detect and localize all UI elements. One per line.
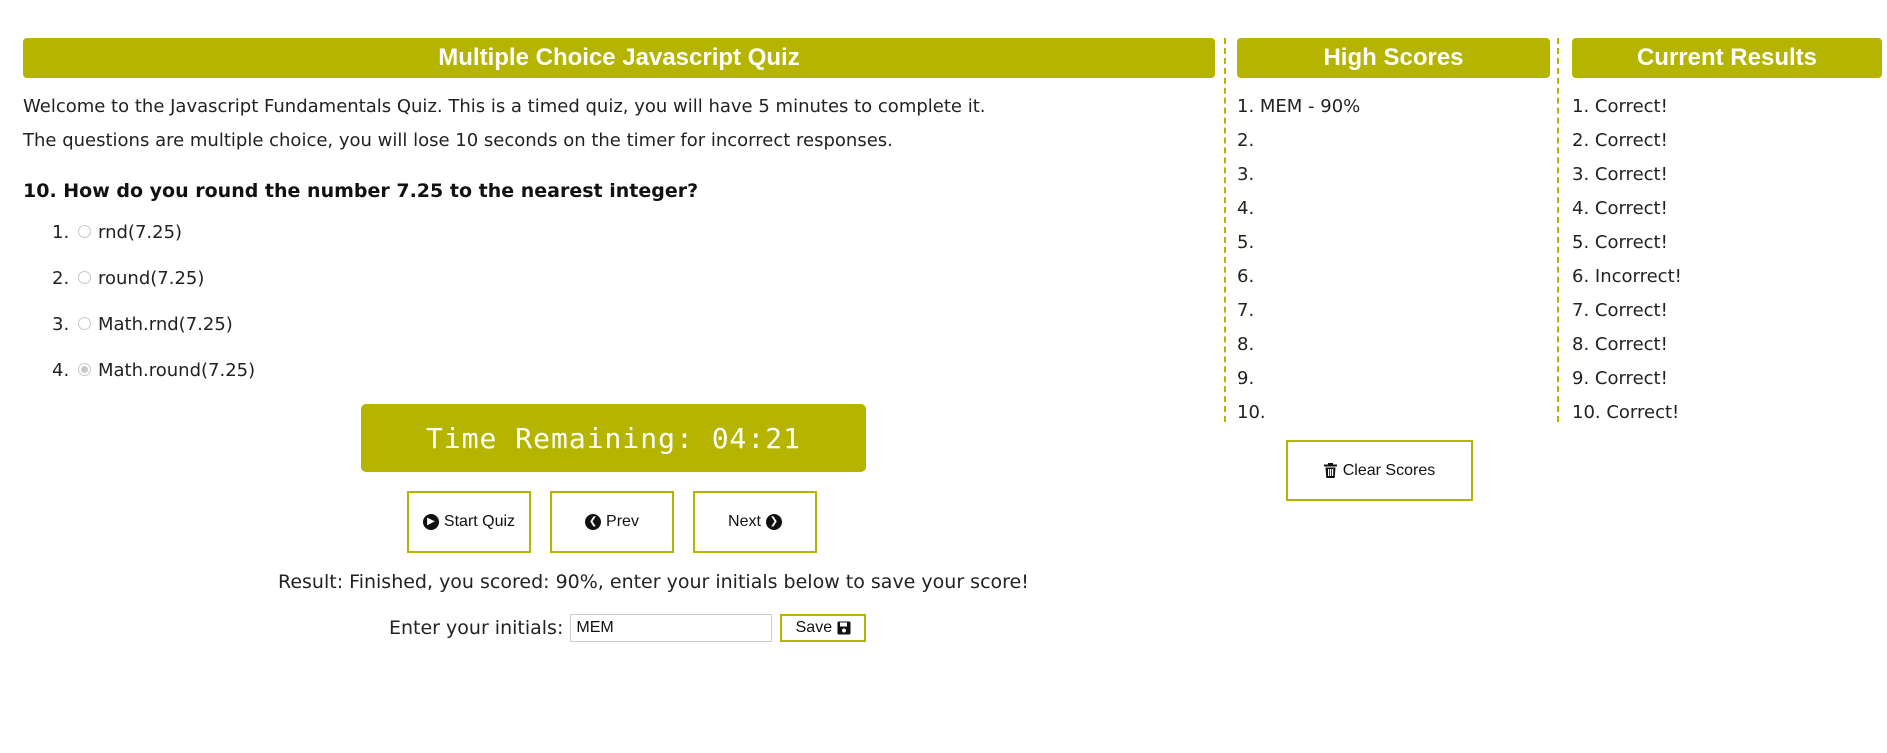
initials-input[interactable] xyxy=(570,614,773,642)
answer-radio[interactable] xyxy=(78,363,91,376)
answer-number: 2. xyxy=(52,268,70,289)
list-item: 3. xyxy=(1237,164,1255,185)
list-item: 2. xyxy=(1237,130,1255,151)
answer-number: 4. xyxy=(52,360,70,381)
start-quiz-button[interactable]: ▶ Start Quiz xyxy=(407,491,531,553)
high-scores-list: 1. MEM - 90% 2. 3. 4. 5. 6. 7. 8. 9. 10. xyxy=(1237,96,1360,436)
save-button[interactable]: Save xyxy=(780,614,867,642)
answer-number: 1. xyxy=(52,222,70,243)
list-item: 9. Correct! xyxy=(1572,368,1668,389)
list-item: 3. Correct! xyxy=(1572,164,1668,185)
list-item: 10. xyxy=(1237,402,1266,423)
intro-text: Welcome to the Javascript Fundamentals Q… xyxy=(23,96,986,117)
timer-display: Time Remaining: 04:21 xyxy=(361,404,866,472)
answer-option-3[interactable]: 3. Math.rnd(7.25) xyxy=(52,314,233,335)
list-item: 2. Correct! xyxy=(1572,130,1668,151)
play-circle-icon: ▶ xyxy=(422,514,439,530)
initials-row: Enter your initials: Save xyxy=(389,614,867,642)
prev-button[interactable]: ❮ Prev xyxy=(550,491,674,553)
answer-radio[interactable] xyxy=(78,317,91,330)
list-item: 6. Incorrect! xyxy=(1572,266,1682,287)
floppy-disk-icon xyxy=(837,621,851,635)
question-text: 10. How do you round the number 7.25 to … xyxy=(23,180,699,202)
quiz-title: Multiple Choice Javascript Quiz xyxy=(23,38,1215,78)
next-label: Next xyxy=(728,513,761,530)
intro-text: The questions are multiple choice, you w… xyxy=(23,130,893,151)
list-item: 8. xyxy=(1237,334,1255,355)
list-item: 6. xyxy=(1237,266,1255,287)
answer-option-2[interactable]: 2. round(7.25) xyxy=(52,268,204,289)
prev-label: Prev xyxy=(606,513,639,530)
answer-number: 3. xyxy=(52,314,70,335)
column-divider xyxy=(1224,38,1226,422)
arrow-right-circle-icon: ❯ xyxy=(765,514,782,530)
answer-radio[interactable] xyxy=(78,225,91,238)
result-text: Result: Finished, you scored: 90%, enter… xyxy=(278,571,1029,593)
save-label: Save xyxy=(795,619,833,636)
initials-label: Enter your initials: xyxy=(389,617,564,639)
next-button[interactable]: Next ❯ xyxy=(693,491,817,553)
clear-scores-label: Clear Scores xyxy=(1342,461,1436,479)
list-item: 8. Correct! xyxy=(1572,334,1668,355)
list-item: 4. Correct! xyxy=(1572,198,1668,219)
current-results-list: 1. Correct! 2. Correct! 3. Correct! 4. C… xyxy=(1572,96,1682,436)
high-scores-title: High Scores xyxy=(1237,38,1550,78)
answer-label: Math.rnd(7.25) xyxy=(98,314,233,335)
answer-radio[interactable] xyxy=(78,271,91,284)
trash-icon xyxy=(1323,463,1337,478)
answer-label: rnd(7.25) xyxy=(98,222,183,243)
arrow-left-circle-icon: ❮ xyxy=(585,514,602,530)
list-item: 5. Correct! xyxy=(1572,232,1668,253)
answer-option-4[interactable]: 4. Math.round(7.25) xyxy=(52,360,255,381)
start-quiz-label: Start Quiz xyxy=(443,513,516,530)
list-item: 10. Correct! xyxy=(1572,402,1680,423)
list-item: 7. Correct! xyxy=(1572,300,1668,321)
answer-option-1[interactable]: 1. rnd(7.25) xyxy=(52,222,182,243)
list-item: 4. xyxy=(1237,198,1255,219)
answer-label: Math.round(7.25) xyxy=(98,360,256,381)
list-item: 7. xyxy=(1237,300,1255,321)
column-divider xyxy=(1557,38,1559,422)
list-item: 1. Correct! xyxy=(1572,96,1668,117)
list-item: 5. xyxy=(1237,232,1255,253)
current-results-title: Current Results xyxy=(1572,38,1882,78)
clear-scores-button[interactable]: Clear Scores xyxy=(1286,440,1473,501)
answer-label: round(7.25) xyxy=(98,268,205,289)
list-item: 1. MEM - 90% xyxy=(1237,96,1361,117)
list-item: 9. xyxy=(1237,368,1255,389)
